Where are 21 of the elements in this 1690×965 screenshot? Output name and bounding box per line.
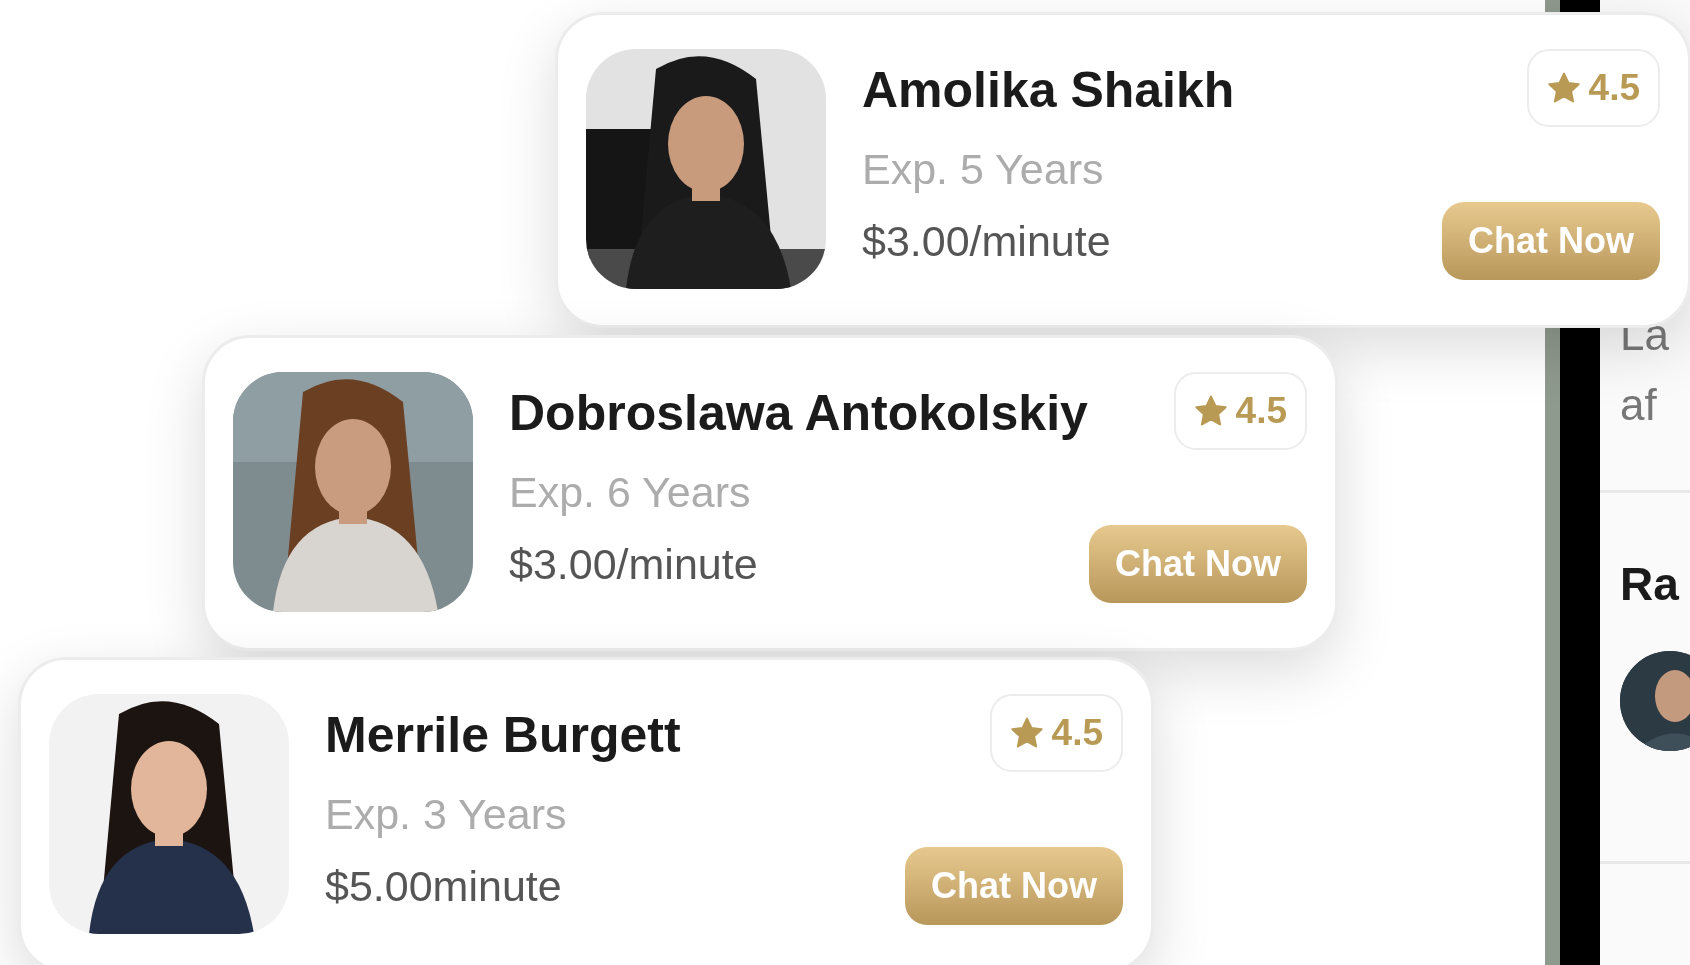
price-text: $5.00minute bbox=[325, 861, 562, 911]
expert-name: Dobroslawa Antokolskiy bbox=[509, 384, 1088, 442]
expert-name: Amolika Shaikh bbox=[862, 61, 1235, 119]
rating-badge: 4.5 bbox=[989, 694, 1123, 772]
chat-now-button[interactable]: Chat Now bbox=[1442, 202, 1660, 280]
star-icon bbox=[1546, 71, 1581, 105]
star-icon bbox=[1009, 716, 1044, 750]
price-text: $3.00/minute bbox=[509, 539, 758, 589]
chat-now-button[interactable]: Chat Now bbox=[1089, 525, 1307, 603]
rating-badge: 4.5 bbox=[1173, 372, 1307, 450]
body-text: af bbox=[1620, 379, 1658, 431]
rating-badge: 4.5 bbox=[1526, 49, 1660, 127]
chat-now-button[interactable]: Chat Now bbox=[905, 847, 1123, 925]
star-icon bbox=[1193, 394, 1228, 428]
expert-name: Merrile Burgett bbox=[325, 706, 681, 764]
avatar-icon bbox=[1620, 651, 1690, 751]
price-text: $3.00/minute bbox=[862, 216, 1111, 266]
experience-text: Exp. 3 Years bbox=[325, 790, 568, 839]
section-title: Ra bbox=[1620, 557, 1680, 611]
experience-text: Exp. 6 Years bbox=[509, 468, 752, 517]
experience-text: Exp. 5 Years bbox=[862, 145, 1105, 194]
